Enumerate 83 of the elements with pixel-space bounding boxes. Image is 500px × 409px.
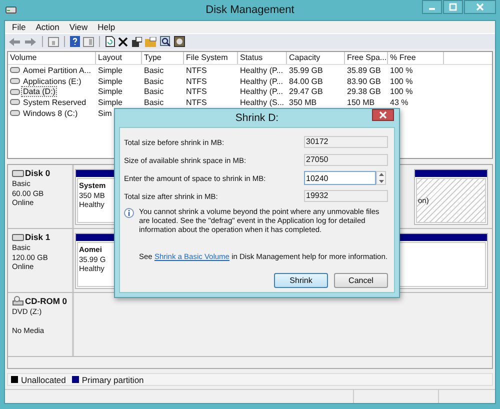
volume-name[interactable]: Applications (E:)	[21, 76, 84, 87]
column-header[interactable]: Status	[238, 52, 287, 64]
table-cell: Healthy (P...	[240, 76, 283, 86]
table-cell: Basic	[144, 98, 164, 107]
disk-name: Disk 0	[25, 168, 50, 178]
column-header[interactable]: File System	[184, 52, 238, 64]
folder-icon[interactable]	[145, 36, 157, 46]
cd-drive-icon	[12, 296, 24, 306]
table-cell: NTFS	[186, 98, 207, 107]
table-cell: NTFS	[186, 87, 207, 96]
magnifier-icon[interactable]	[160, 36, 171, 47]
table-cell: 84.00 GB	[289, 76, 323, 86]
disk-tool-icon[interactable]	[174, 36, 185, 47]
volume-name[interactable]: Windows 8 (C:)	[21, 108, 80, 119]
menu-item[interactable]: File	[7, 22, 31, 32]
table-cell: Basic	[144, 87, 164, 96]
column-header[interactable]: Type	[142, 52, 184, 64]
window-title: Disk Management	[204, 4, 296, 16]
readonly-field: 30172	[304, 136, 388, 148]
table-cell: Basic	[144, 76, 164, 86]
readonly-field: 27050	[304, 154, 388, 166]
close-button[interactable]	[372, 109, 394, 121]
maximize-button[interactable]	[443, 0, 463, 14]
table-cell: 100 %	[390, 87, 413, 96]
column-header[interactable]: Volume	[8, 52, 96, 64]
maximize-icon	[449, 3, 457, 11]
legend-label: Primary partition	[82, 374, 144, 384]
volume-name[interactable]: Aomei Partition A...	[21, 64, 94, 76]
table-cell: 29.38 GB	[347, 87, 381, 96]
help-icon[interactable]	[70, 36, 80, 47]
table-cell: 350 MB	[289, 98, 317, 107]
close-button[interactable]	[464, 0, 496, 14]
partition-bar	[415, 170, 487, 177]
table-cell: 43 %	[390, 98, 408, 107]
dialog-button[interactable]: Shrink	[274, 273, 328, 288]
menu-item[interactable]: Action	[30, 22, 64, 32]
back-arrow-icon[interactable]	[8, 36, 21, 46]
disk-name: CD-ROM 0	[25, 296, 68, 306]
table-cell: 100 %	[390, 76, 413, 86]
table-cell: Basic	[144, 66, 164, 75]
panel-icon[interactable]	[48, 36, 59, 46]
properties-icon[interactable]	[131, 36, 142, 46]
spin-buttons[interactable]	[376, 171, 386, 185]
table-cell: 35.99 GB	[289, 66, 323, 75]
table-cell: 29.47 GB	[289, 87, 323, 96]
menu-item[interactable]: Help	[92, 22, 120, 32]
table-cell: 100 %	[390, 66, 413, 75]
forward-arrow-icon[interactable]	[24, 36, 37, 46]
table-cell: Simple	[98, 87, 122, 96]
document-icon[interactable]	[105, 36, 115, 47]
minimize-button[interactable]	[422, 0, 442, 14]
table-cell: 83.90 GB	[347, 76, 381, 86]
table-cell: Healthy (S...	[240, 98, 284, 107]
table-cell: Healthy (P...	[240, 87, 283, 96]
column-header[interactable]: % Free	[388, 52, 444, 64]
close-icon	[476, 3, 484, 11]
dialog-title: Shrink D:	[235, 112, 279, 124]
table-cell: Sim	[98, 108, 112, 118]
table-cell: Simple	[98, 76, 122, 86]
panel-icon[interactable]	[83, 36, 94, 46]
delete-icon[interactable]	[118, 36, 128, 46]
hard-drive-icon	[12, 234, 24, 240]
info-icon	[124, 208, 134, 218]
menu-item[interactable]: View	[64, 22, 93, 32]
table-cell: Healthy (P...	[240, 66, 283, 75]
table-cell: Simple	[98, 66, 122, 75]
volume-name[interactable]: System Reserved	[21, 96, 88, 108]
column-header[interactable]: Capacity	[287, 52, 345, 64]
table-cell: 150 MB	[347, 98, 375, 107]
hard-drive-icon	[12, 170, 24, 176]
table-cell: NTFS	[186, 66, 207, 75]
table-cell: 35.89 GB	[347, 66, 381, 75]
disk-name: Disk 1	[25, 232, 50, 242]
dialog-button[interactable]: Cancel	[334, 273, 388, 288]
column-header[interactable]: Layout	[96, 52, 142, 64]
table-cell: Simple	[98, 98, 122, 107]
close-icon	[379, 111, 387, 119]
volume-name[interactable]: Data (D:)	[21, 86, 58, 98]
readonly-field: 19932	[304, 190, 388, 202]
legend-label: Unallocated	[21, 374, 66, 384]
table-cell: NTFS	[186, 76, 207, 86]
input-field[interactable]: 10240	[304, 171, 376, 185]
column-header[interactable]: Free Spa...	[345, 52, 388, 64]
